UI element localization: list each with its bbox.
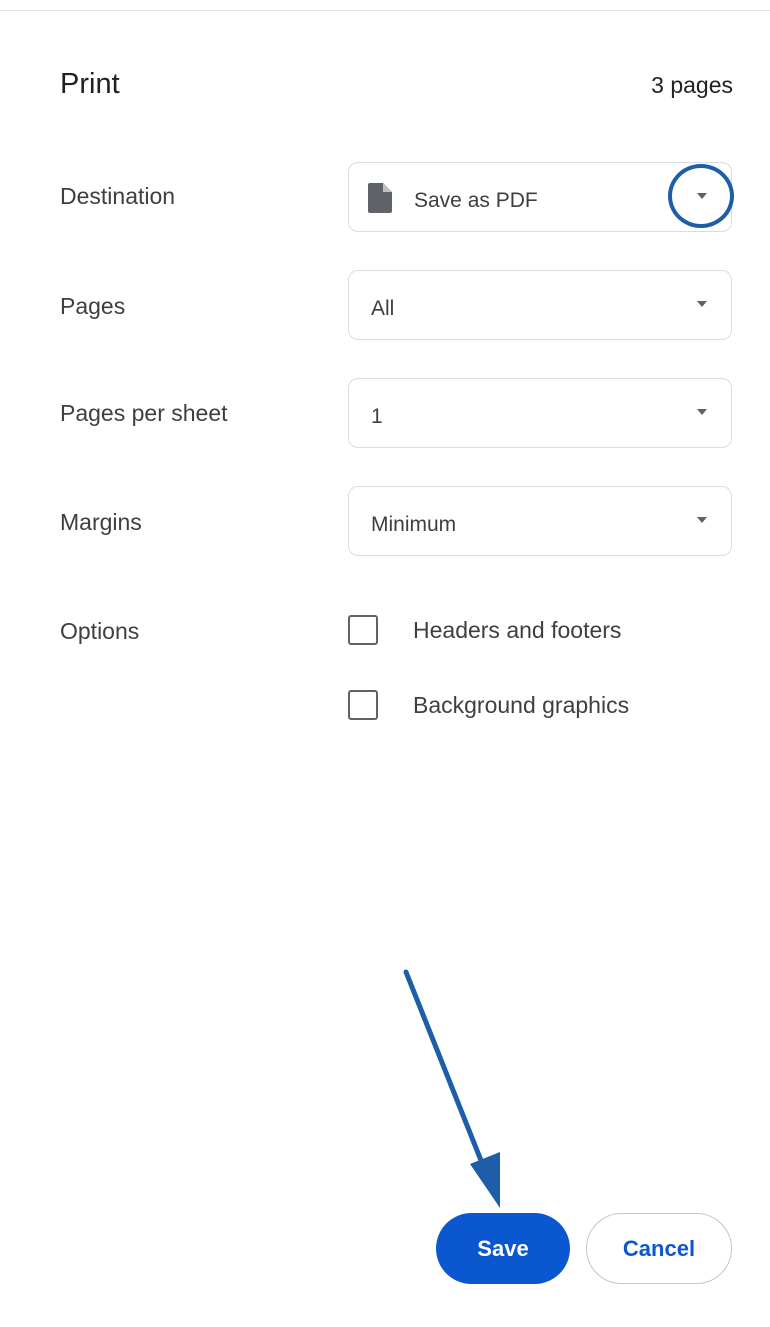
margins-value: Minimum <box>371 513 457 536</box>
background-graphics-checkbox[interactable] <box>348 690 378 720</box>
pages-per-sheet-select[interactable]: 1 <box>348 378 732 448</box>
chevron-down-icon <box>697 409 707 415</box>
background-graphics-checkbox-row[interactable]: Background graphics <box>348 688 629 722</box>
pages-value: All <box>371 297 395 320</box>
options-label: Options <box>60 618 140 644</box>
pages-per-sheet-value: 1 <box>371 405 383 428</box>
annotation-circle <box>668 164 734 228</box>
destination-label: Destination <box>60 183 176 209</box>
margins-label: Margins <box>60 509 142 535</box>
page-title: Print <box>60 68 120 100</box>
pages-per-sheet-label: Pages per sheet <box>60 400 228 426</box>
pages-label: Pages <box>60 293 126 319</box>
save-button[interactable]: Save <box>436 1213 570 1284</box>
headers-footers-checkbox[interactable] <box>348 615 378 645</box>
background-graphics-label: Background graphics <box>413 691 630 718</box>
top-divider <box>0 10 770 11</box>
cancel-button[interactable]: Cancel <box>586 1213 732 1284</box>
margins-select[interactable]: Minimum <box>348 486 732 556</box>
chevron-down-icon <box>697 301 707 307</box>
pages-select[interactable]: All <box>348 270 732 340</box>
chevron-down-icon <box>697 517 707 523</box>
headers-footers-label: Headers and footers <box>413 616 622 643</box>
page-count: 3 pages <box>651 72 733 98</box>
file-icon <box>368 183 392 213</box>
destination-value: Save as PDF <box>414 189 538 212</box>
headers-footers-checkbox-row[interactable]: Headers and footers <box>348 613 621 647</box>
